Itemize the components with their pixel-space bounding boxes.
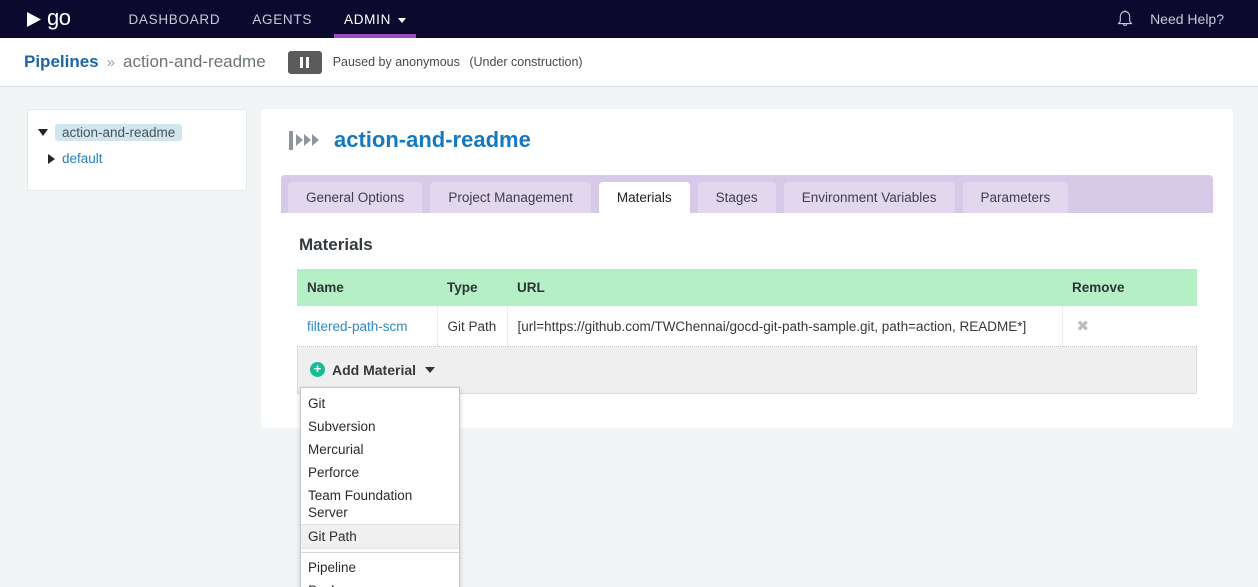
column-header-name: Name (297, 269, 437, 306)
paused-note-label: (Under construction) (469, 55, 583, 69)
tab-label: Environment Variables (801, 190, 937, 205)
menu-item-label: Git Path (308, 529, 357, 544)
menu-item-label: Perforce (308, 465, 360, 480)
add-material-dropdown-menu: Git Subversion Mercurial Perforce Team F… (300, 387, 460, 587)
cell-remove: ✖ (1062, 306, 1197, 347)
chevron-right-icon-1 (296, 134, 303, 146)
top-navigation-bar: go DASHBOARD AGENTS ADMIN Need Help? (0, 0, 1258, 38)
menu-item-label: Package (308, 583, 361, 587)
tree-node-pipeline-label: action-and-readme (55, 124, 183, 141)
tab-content-materials: Materials Name Type URL Remove filtered-… (281, 213, 1213, 587)
chevron-down-icon (398, 17, 407, 23)
panel-title-row: action-and-readme (281, 127, 1213, 153)
tree-node-pipeline[interactable]: action-and-readme (28, 122, 246, 143)
menu-item-git[interactable]: Git (301, 392, 459, 415)
menu-item-team-foundation-server[interactable]: Team Foundation Server (301, 484, 459, 524)
menu-item-mercurial[interactable]: Mercurial (301, 438, 459, 461)
app-logo-text: go (47, 5, 71, 30)
menu-item-perforce[interactable]: Perforce (301, 461, 459, 484)
notification-bell-icon[interactable] (1116, 9, 1134, 29)
pipeline-tree-sidebar: action-and-readme default (27, 109, 247, 191)
table-row: filtered-path-scm Git Path [url=https://… (297, 306, 1197, 347)
column-header-type: Type (437, 269, 507, 306)
main-content-panel: action-and-readme General Options Projec… (261, 109, 1233, 587)
nav-item-label: AGENTS (252, 11, 313, 27)
nav-item-admin[interactable]: ADMIN (328, 0, 422, 38)
tree-node-stage-default[interactable]: default (28, 149, 246, 168)
cell-type: Git Path (437, 306, 508, 347)
column-header-remove: Remove (1062, 269, 1197, 306)
nav-item-agents[interactable]: AGENTS (236, 0, 328, 38)
tab-label: Materials (616, 190, 672, 205)
nav-right-group: Need Help? (1116, 9, 1242, 29)
tab-label: Stages (715, 190, 758, 205)
materials-table-footer: + Add Material Git Subversion Mercurial (297, 347, 1197, 587)
page-title: action-and-readme (334, 127, 531, 152)
nav-item-label: ADMIN (344, 11, 392, 27)
pipeline-bar-icon (289, 130, 293, 150)
need-help-link[interactable]: Need Help? (1150, 11, 1232, 27)
breadcrumb-pipelines-link[interactable]: Pipelines (24, 52, 99, 72)
tab-stages[interactable]: Stages (697, 182, 776, 213)
tab-parameters[interactable]: Parameters (962, 182, 1069, 213)
tab-materials[interactable]: Materials (598, 182, 690, 213)
paused-status-text: Paused by anonymous (Under construction) (333, 55, 583, 69)
chevron-right-icon-2 (304, 134, 311, 146)
paused-by-label: Paused by anonymous (332, 55, 460, 69)
cell-url: [url=https://github.com/TWChennai/gocd-g… (507, 306, 1063, 347)
add-material-label: Add Material (332, 361, 417, 378)
triangle-right-icon[interactable] (48, 153, 55, 164)
triangle-down-icon[interactable] (38, 129, 48, 136)
go-play-logo-icon (26, 11, 43, 28)
tab-label: Parameters (980, 190, 1051, 205)
tab-environment-variables[interactable]: Environment Variables (783, 182, 955, 213)
table-header-row: Name Type URL Remove (297, 269, 1197, 306)
pause-icon-bar-2 (306, 56, 310, 68)
remove-x-icon[interactable]: ✖ (1073, 318, 1090, 335)
pause-icon (300, 56, 304, 68)
pause-toggle-button[interactable] (287, 50, 322, 74)
menu-item-pipeline[interactable]: Pipeline (301, 556, 459, 579)
tree-node-stage-label[interactable]: default (62, 151, 103, 166)
menu-item-label: Subversion (308, 419, 376, 434)
tab-project-management[interactable]: Project Management (430, 182, 591, 213)
add-material-button[interactable]: + Add Material (310, 361, 436, 378)
menu-item-label: Git (308, 396, 326, 411)
nav-item-dashboard[interactable]: DASHBOARD (112, 0, 236, 38)
tab-general-options[interactable]: General Options (288, 182, 423, 213)
menu-item-label: Team Foundation Server (308, 488, 413, 520)
section-title: Materials (299, 235, 373, 254)
pipeline-chevrons-icon (289, 130, 320, 150)
menu-item-label: Mercurial (308, 442, 364, 457)
nav-items: DASHBOARD AGENTS ADMIN (112, 0, 422, 38)
tab-bar: General Options Project Management Mater… (281, 175, 1213, 213)
tab-label: General Options (306, 190, 405, 205)
menu-item-subversion[interactable]: Subversion (301, 415, 459, 438)
materials-table: Name Type URL Remove filtered-path-scm G… (297, 269, 1197, 347)
tab-label: Project Management (448, 190, 573, 205)
chevron-down-icon (425, 366, 436, 373)
menu-separator (301, 552, 459, 553)
breadcrumb-separator: » (106, 53, 115, 71)
chevron-right-icon-3 (312, 134, 319, 146)
breadcrumb-bar: Pipelines » action-and-readme Paused by … (0, 38, 1258, 87)
page-body: action-and-readme default action-and-rea… (0, 87, 1258, 587)
menu-item-package[interactable]: Package (301, 579, 459, 587)
materials-table-body: filtered-path-scm Git Path [url=https://… (297, 306, 1197, 347)
menu-item-label: Pipeline (308, 560, 357, 575)
column-header-url: URL (507, 269, 1062, 306)
nav-item-label: DASHBOARD (128, 11, 221, 27)
app-logo[interactable]: go (26, 5, 71, 30)
material-name-link[interactable]: filtered-path-scm (307, 319, 408, 334)
breadcrumb-current: action-and-readme (122, 52, 266, 71)
plus-circle-icon: + (310, 362, 325, 377)
cell-name: filtered-path-scm (297, 306, 438, 347)
materials-table-head: Name Type URL Remove (297, 269, 1197, 306)
menu-item-git-path[interactable]: Git Path (301, 524, 459, 549)
